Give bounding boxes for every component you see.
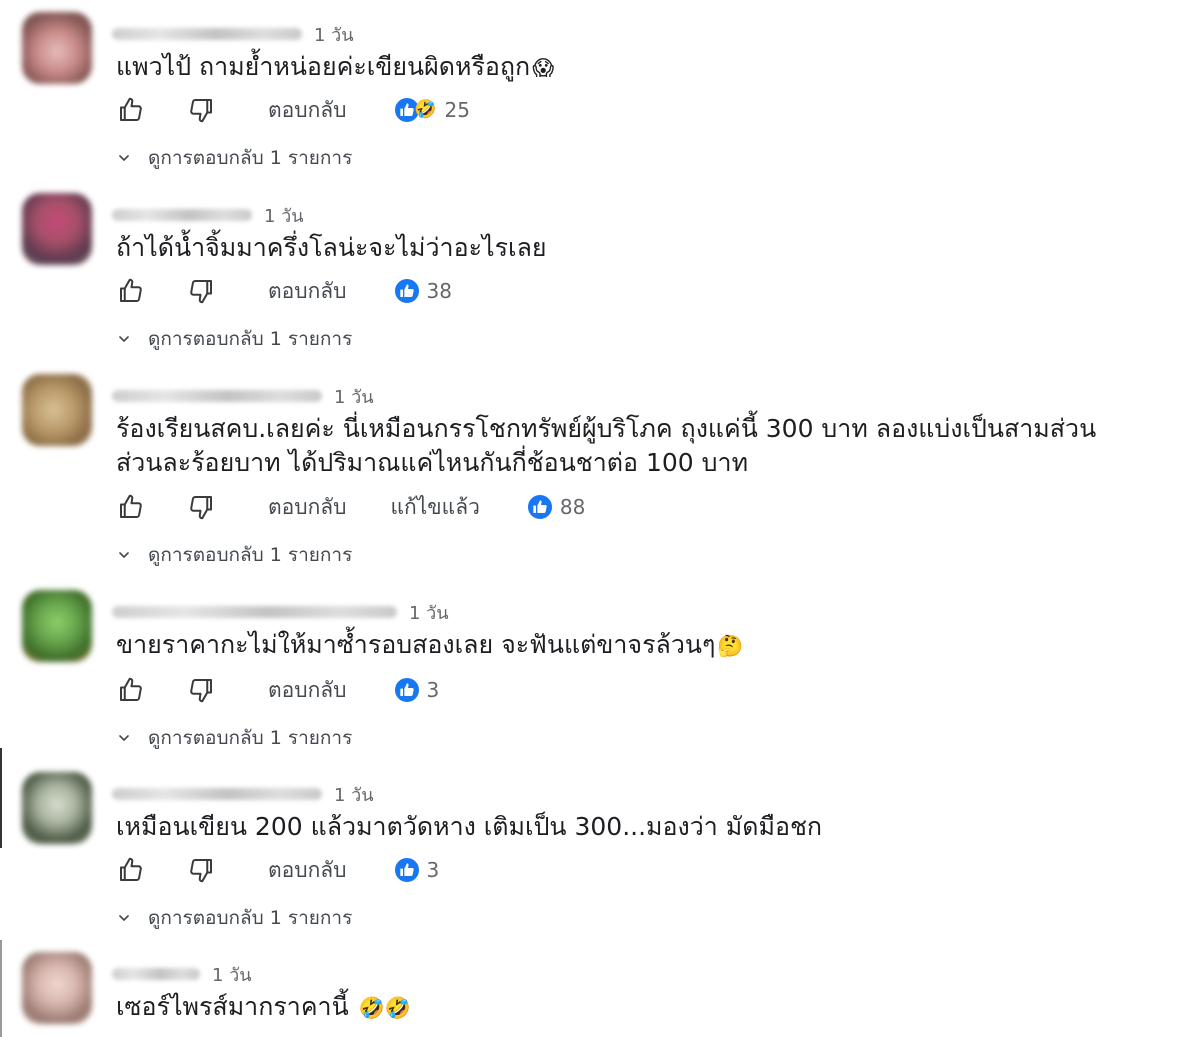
avatar[interactable] bbox=[22, 12, 92, 84]
comment-timestamp[interactable]: 1 วัน bbox=[314, 20, 354, 49]
reaction-count: 38 bbox=[426, 279, 452, 303]
like-button[interactable] bbox=[114, 93, 148, 127]
reaction-count: 3 bbox=[426, 858, 440, 882]
thumbs-down-icon bbox=[190, 679, 212, 703]
comment-text: เหมือนเขียน 200 แล้วมาตวัดหาง เติมเป็น 3… bbox=[116, 810, 1146, 844]
chevron-down-icon bbox=[116, 546, 134, 564]
reply-button[interactable]: ตอบกลับ bbox=[268, 674, 347, 707]
comment-actions: ตอบกลับ 38 bbox=[114, 273, 452, 309]
reply-button[interactable]: ตอบกลับ bbox=[268, 491, 347, 524]
like-button[interactable] bbox=[114, 853, 148, 887]
comment-actions: ตอบกลับ แก้ไขแล้ว 88 bbox=[114, 489, 585, 525]
view-replies-label: ดูการตอบกลับ 1 รายการ bbox=[148, 727, 353, 749]
comment-author[interactable]: 1 วัน bbox=[112, 962, 252, 986]
window-edge-line bbox=[0, 748, 2, 848]
comment-timestamp[interactable]: 1 วัน bbox=[212, 960, 252, 989]
thumbs-up-icon bbox=[120, 278, 142, 302]
comment-text: แพวไป้ ถามย้ำหน่อยค่ะเขียนผิดหรือถูก😱 bbox=[116, 50, 1146, 85]
like-button[interactable] bbox=[114, 490, 148, 524]
dislike-button[interactable] bbox=[184, 673, 218, 707]
thumbs-down-icon bbox=[190, 99, 212, 123]
view-replies-link[interactable]: ดูการตอบกลับ 1 รายการ bbox=[116, 325, 352, 353]
comment-timestamp[interactable]: 1 วัน bbox=[334, 382, 374, 411]
dislike-button[interactable] bbox=[184, 93, 218, 127]
comment-emoji: 🤣🤣 bbox=[358, 996, 411, 1020]
chevron-down-icon bbox=[116, 330, 134, 348]
avatar[interactable] bbox=[22, 374, 92, 446]
comment-text-body: ขายราคากะไม่ให้มาซ้ำรอบสองเลย จะฟันแต่ขา… bbox=[116, 630, 716, 659]
like-button[interactable] bbox=[114, 673, 148, 707]
comment-text: ร้องเรียนสคบ.เลยค่ะ นี่เหมือนกรรโชกทรัพย… bbox=[116, 412, 1146, 480]
comment-text-body: แพวไป้ ถามย้ำหน่อยค่ะเขียนผิดหรือถูก bbox=[116, 52, 531, 81]
comment-timestamp[interactable]: 1 วัน bbox=[334, 780, 374, 809]
view-replies-label: ดูการตอบกลับ 1 รายการ bbox=[148, 544, 353, 566]
like-reaction-icon bbox=[392, 676, 421, 704]
dislike-button[interactable] bbox=[184, 274, 218, 308]
view-replies-link[interactable]: ดูการตอบกลับ 1 รายการ bbox=[116, 541, 352, 569]
thumbs-down-icon bbox=[190, 859, 212, 883]
thumbs-up-icon bbox=[120, 494, 142, 518]
thumbs-up-icon bbox=[120, 677, 142, 701]
comment-timestamp[interactable]: 1 วัน bbox=[409, 598, 449, 627]
chevron-down-icon bbox=[116, 729, 134, 747]
comment-author[interactable]: 1 วัน bbox=[112, 600, 449, 624]
reaction-summary[interactable]: 3 bbox=[392, 856, 440, 884]
like-button[interactable] bbox=[114, 274, 148, 308]
chevron-down-icon bbox=[116, 149, 134, 167]
view-replies-label: ดูการตอบกลับ 1 รายการ bbox=[148, 328, 353, 350]
like-reaction-icon bbox=[525, 493, 554, 521]
view-replies-link[interactable]: ดูการตอบกลับ 1 รายการ bbox=[116, 144, 352, 172]
comment-text-body: ร้องเรียนสคบ.เลยค่ะ นี่เหมือนกรรโชกทรัพย… bbox=[116, 414, 1097, 477]
avatar[interactable] bbox=[22, 952, 92, 1024]
comment-author[interactable]: 1 วัน bbox=[112, 384, 374, 408]
view-replies-label: ดูการตอบกลับ 1 รายการ bbox=[148, 147, 353, 169]
edited-label: แก้ไขแล้ว bbox=[390, 494, 480, 519]
avatar[interactable] bbox=[22, 193, 92, 265]
avatar[interactable] bbox=[22, 590, 92, 662]
comment-emoji: 😱 bbox=[532, 56, 555, 80]
dislike-button[interactable] bbox=[184, 853, 218, 887]
comment-actions: ตอบกลับ 3 bbox=[114, 852, 439, 888]
dislike-button[interactable] bbox=[184, 490, 218, 524]
thumbs-down-icon bbox=[190, 280, 212, 304]
comment-text: เซอร์ไพรส์มากราคานี้ 🤣🤣 bbox=[116, 990, 1146, 1025]
comment-text-body: เหมือนเขียน 200 แล้วมาตวัดหาง เติมเป็น 3… bbox=[116, 812, 823, 841]
window-edge-line bbox=[0, 940, 2, 1037]
reaction-summary[interactable]: 38 bbox=[392, 277, 452, 305]
view-replies-link[interactable]: ดูการตอบกลับ 1 รายการ bbox=[116, 904, 352, 932]
comment-text-body: เซอร์ไพรส์มากราคานี้ bbox=[116, 992, 349, 1021]
comment-actions: ตอบกลับ 🤣 25 bbox=[114, 92, 470, 128]
reaction-count: 25 bbox=[444, 98, 470, 122]
thumbs-up-icon bbox=[120, 857, 142, 881]
reaction-summary[interactable]: 88 bbox=[525, 493, 586, 521]
haha-reaction-icon: 🤣 bbox=[414, 99, 437, 120]
reaction-summary[interactable]: 3 bbox=[392, 676, 440, 704]
reaction-count: 3 bbox=[426, 678, 440, 702]
avatar[interactable] bbox=[22, 772, 92, 844]
thumbs-up-icon bbox=[120, 97, 142, 121]
reply-button[interactable]: ตอบกลับ bbox=[268, 854, 347, 887]
comment-emoji: 🤔 bbox=[717, 634, 744, 658]
comment-text-body: ถ้าได้น้ำจิ้มมาครึ่งโลน่ะจะไม่ว่าอะไรเลย bbox=[116, 233, 547, 262]
thumbs-down-icon bbox=[190, 496, 212, 520]
comment-author[interactable]: 1 วัน bbox=[112, 782, 374, 806]
like-reaction-icon bbox=[392, 277, 421, 305]
like-reaction-icon bbox=[392, 856, 421, 884]
comment-timestamp[interactable]: 1 วัน bbox=[264, 201, 304, 230]
view-replies-link[interactable]: ดูการตอบกลับ 1 รายการ bbox=[116, 724, 352, 752]
comment-author[interactable]: 1 วัน bbox=[112, 203, 304, 227]
comment-author[interactable]: 1 วัน bbox=[112, 22, 354, 46]
comment-text: ถ้าได้น้ำจิ้มมาครึ่งโลน่ะจะไม่ว่าอะไรเลย bbox=[116, 231, 1146, 265]
comment-text: ขายราคากะไม่ให้มาซ้ำรอบสองเลย จะฟันแต่ขา… bbox=[116, 628, 1146, 663]
reply-button[interactable]: ตอบกลับ bbox=[268, 275, 347, 308]
reaction-summary[interactable]: 🤣 25 bbox=[392, 96, 470, 124]
comment-actions: ตอบกลับ 3 bbox=[114, 672, 439, 708]
chevron-down-icon bbox=[116, 909, 134, 927]
view-replies-label: ดูการตอบกลับ 1 รายการ bbox=[148, 907, 353, 929]
reaction-count: 88 bbox=[559, 495, 586, 519]
reply-button[interactable]: ตอบกลับ bbox=[268, 94, 347, 127]
